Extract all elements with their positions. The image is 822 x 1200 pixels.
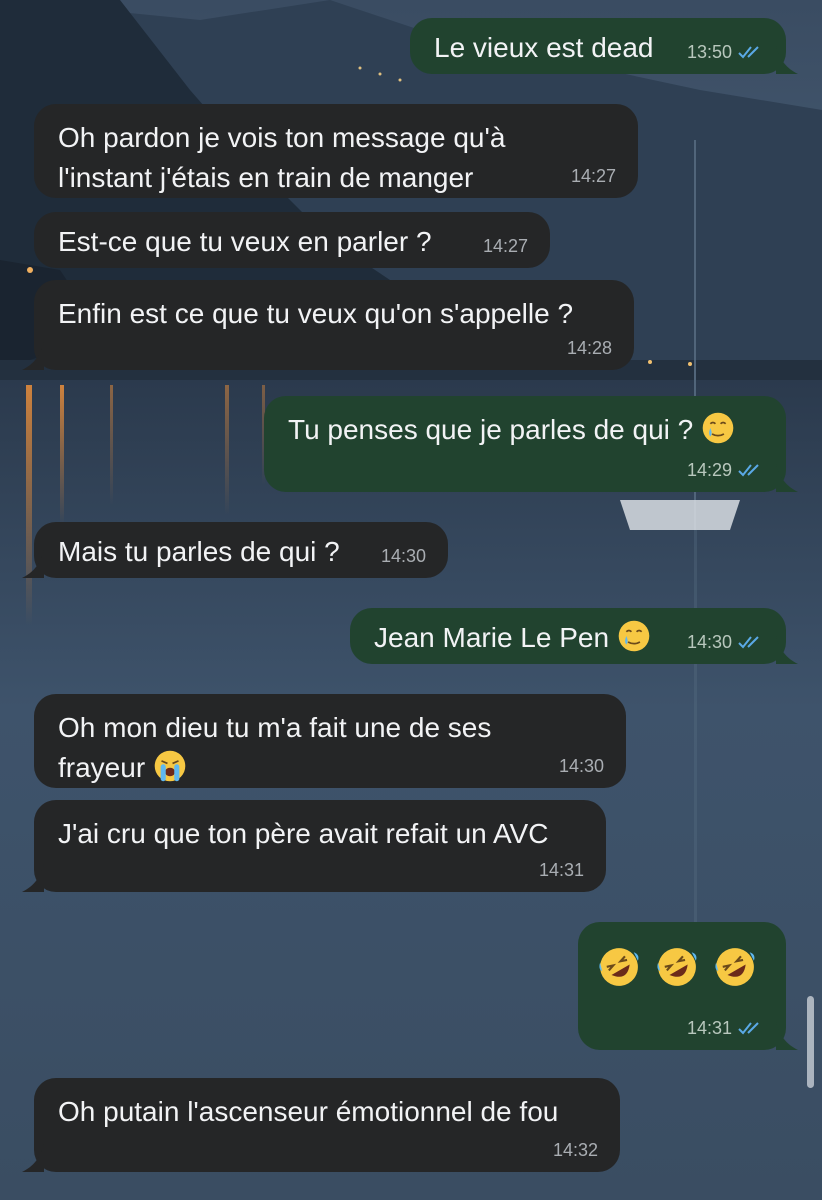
message-text: Tu penses que je parles de qui ?	[288, 410, 762, 450]
message-text: Oh mon dieu tu m'a fait une de ses	[58, 712, 492, 743]
read-ticks-icon	[738, 1022, 759, 1035]
chat-thread: Le vieux est dead 13:50 Oh pardon je voi…	[0, 0, 822, 1200]
message-time: 13:50	[686, 42, 732, 62]
chat-scrollbar[interactable]	[807, 996, 814, 1088]
message-meta: 14:31	[687, 1018, 764, 1038]
message-bubble-incoming[interactable]: Oh putain l'ascenseur émotionnel de fou …	[22, 1078, 620, 1172]
message-text: l'instant j'étais en train de manger	[58, 162, 474, 193]
bubble-tail	[22, 864, 44, 892]
message-text: Est-ce que tu veux en parler ?	[58, 226, 432, 257]
message-bubble-incoming[interactable]: Mais tu parles de qui ? 14:30	[22, 522, 448, 578]
rolling-on-floor-laughing-emoji	[715, 948, 755, 986]
message-time: 14:31	[686, 1018, 732, 1038]
rolling-on-floor-laughing-emoji	[657, 948, 697, 986]
bubble-tail	[22, 550, 44, 578]
message-bubble-outgoing[interactable]: Jean Marie Le Pen 14:30	[350, 608, 798, 664]
rolling-on-floor-laughing-emoji	[599, 948, 639, 986]
message-time: 14:30	[380, 546, 426, 566]
message-meta: 14:32	[553, 1140, 598, 1160]
message-time: 14:30	[558, 756, 604, 776]
bubble-tail	[776, 1022, 798, 1050]
holding-back-tears-emoji	[702, 412, 734, 444]
loudly-crying-emoji	[154, 750, 186, 782]
message-text: frayeur	[58, 748, 602, 788]
message-bubble-incoming[interactable]: J'ai cru que ton père avait refait un AV…	[22, 800, 606, 892]
message-meta: 14:27	[483, 236, 528, 256]
message-meta: 14:29	[687, 460, 764, 480]
message-bubble-outgoing[interactable]: Tu penses que je parles de qui ? 14:29	[264, 396, 798, 492]
message-meta: 14:28	[567, 338, 612, 358]
message-text: Oh putain l'ascenseur émotionnel de fou	[58, 1096, 559, 1127]
message-bubble-outgoing[interactable]: 14:31	[578, 922, 798, 1050]
message-time: 14:29	[686, 460, 732, 480]
message-time: 14:30	[686, 632, 732, 652]
message-meta: 13:50	[687, 42, 764, 62]
message-text: Mais tu parles de qui ?	[58, 536, 340, 567]
message-time: 14:27	[482, 236, 528, 256]
read-ticks-icon	[738, 464, 759, 477]
message-text: J'ai cru que ton père avait refait un AV…	[58, 818, 549, 849]
message-meta: 14:30	[559, 756, 604, 776]
message-bubble-incoming[interactable]: Enfin est ce que tu veux qu'on s'appelle…	[22, 280, 634, 370]
message-bubble-incoming[interactable]: Oh mon dieu tu m'a fait une de ses fraye…	[34, 694, 626, 788]
bubble-tail	[776, 464, 798, 492]
bubble-tail	[776, 46, 798, 74]
message-bubble-incoming[interactable]: Oh pardon je vois ton message qu'à l'ins…	[34, 104, 638, 198]
message-emoji-row	[598, 946, 762, 991]
message-time: 14:31	[538, 860, 584, 880]
message-meta: 14:27	[571, 166, 616, 186]
message-time: 14:28	[566, 338, 612, 358]
message-text: Enfin est ce que tu veux qu'on s'appelle…	[58, 298, 574, 329]
bubble-tail	[22, 1144, 44, 1172]
message-text: Oh pardon je vois ton message qu'à	[58, 122, 506, 153]
message-bubble-incoming[interactable]: Est-ce que tu veux en parler ? 14:27	[34, 212, 550, 268]
message-time: 14:27	[570, 166, 616, 186]
message-meta: 14:30	[381, 546, 426, 566]
read-ticks-icon	[738, 46, 759, 59]
bubble-tail	[776, 636, 798, 664]
holding-back-tears-emoji	[618, 620, 650, 652]
message-time: 14:32	[552, 1140, 598, 1160]
bubble-tail	[22, 342, 44, 370]
message-meta: 14:31	[539, 860, 584, 880]
message-bubble-outgoing[interactable]: Le vieux est dead 13:50	[410, 18, 798, 74]
read-ticks-icon	[738, 636, 759, 649]
message-meta: 14:30	[687, 632, 764, 652]
